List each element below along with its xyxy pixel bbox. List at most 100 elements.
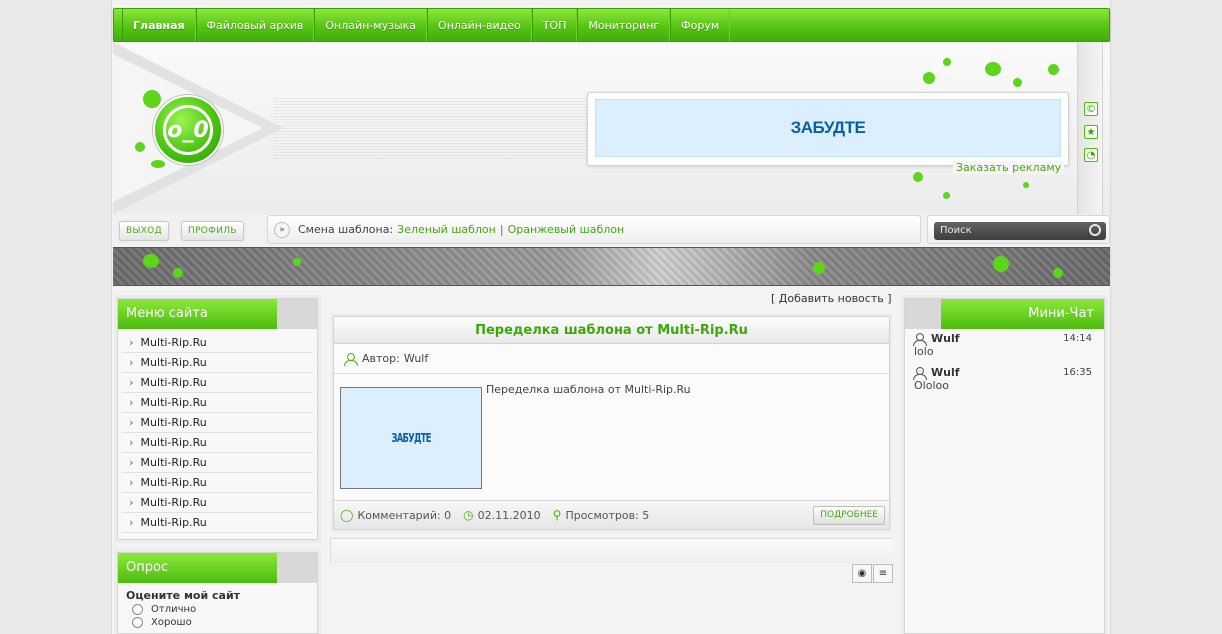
author-name[interactable]: Wulf: [404, 352, 428, 365]
mini-chat-block: Мини-Чат Wulf 14:14 lolo Wulf 16:35 Olol…: [904, 298, 1105, 634]
paint-splat: [151, 160, 165, 168]
list-item[interactable]: › Multi-Rip.Ru: [122, 333, 313, 353]
nav-item-file-archive[interactable]: Файловый архив: [195, 9, 315, 41]
content-footer-bar: [330, 538, 893, 563]
double-chevron-icon: »: [274, 221, 290, 238]
menu-item-label: Multi-Rip.Ru: [140, 496, 207, 509]
poll-question: Оцените мой сайт: [126, 589, 241, 602]
poll-option-label: Хорошо: [151, 617, 192, 628]
chat-username[interactable]: Wulf: [931, 332, 960, 345]
eye-icon[interactable]: ◉: [852, 564, 872, 583]
magnifier-icon: ⚲: [552, 508, 562, 522]
news-date: 02.11.2010: [477, 508, 541, 522]
poll-block: Опрос Оцените мой сайт Отлично Хорошо: [117, 552, 318, 634]
chevron-right-icon: ›: [129, 356, 134, 369]
radio-button[interactable]: [132, 604, 143, 615]
clock-icon: ◷: [463, 508, 474, 522]
order-ad-link[interactable]: Заказать рекламу: [953, 161, 1065, 174]
paint-splat: [143, 90, 161, 108]
list-item[interactable]: › Multi-Rip.Ru: [122, 373, 313, 393]
news-author-row: Автор: Wulf: [334, 344, 889, 374]
search-input[interactable]: Поиск: [934, 222, 1106, 240]
banner-ad[interactable]: ЗАБУДТЕ: [595, 99, 1061, 157]
paint-splat: [993, 256, 1009, 272]
template-green-link[interactable]: Зеленый шаблон: [397, 223, 496, 236]
list-item[interactable]: › Multi-Rip.Ru: [122, 493, 313, 513]
list-icon[interactable]: ≡: [873, 564, 893, 583]
list-item[interactable]: › Multi-Rip.Ru: [122, 393, 313, 413]
poll-header: Опрос: [118, 553, 317, 583]
chat-message: Wulf 16:35 Ololoo: [905, 363, 1104, 397]
profile-button[interactable]: ПРОФИЛЬ: [181, 221, 244, 241]
list-item[interactable]: › Multi-Rip.Ru: [122, 473, 313, 493]
nav-item-forum[interactable]: Форум: [670, 9, 731, 41]
menu-item-label: Multi-Rip.Ru: [140, 396, 207, 409]
paint-splat: [173, 268, 183, 278]
list-item[interactable]: › Multi-Rip.Ru: [122, 513, 313, 533]
menu-item-label: Multi-Rip.Ru: [140, 476, 207, 489]
mini-chat-title: Мини-Чат: [1028, 306, 1094, 321]
poll-option[interactable]: Отлично: [118, 602, 317, 615]
copyright-icon[interactable]: ©: [1084, 102, 1098, 116]
menu-item-label: Multi-Rip.Ru: [140, 516, 207, 529]
list-item[interactable]: › Multi-Rip.Ru: [122, 353, 313, 373]
list-item[interactable]: › Multi-Rip.Ru: [122, 413, 313, 433]
template-label: Смена шаблона:: [298, 223, 394, 236]
template-switcher: » Смена шаблона: Зеленый шаблон | Оранже…: [267, 215, 921, 244]
paint-splat: [1048, 64, 1059, 75]
banner-text: ЗАБУДТЕ: [790, 118, 866, 137]
site-menu-list: › Multi-Rip.Ru › Multi-Rip.Ru › Multi-Rip.R…: [118, 329, 317, 533]
logout-button[interactable]: ВЫХОД: [119, 221, 169, 241]
chat-username[interactable]: Wulf: [931, 366, 960, 379]
poll-option[interactable]: Хорошо: [118, 615, 317, 628]
paint-splat: [923, 72, 935, 84]
radio-button[interactable]: [132, 617, 143, 628]
menu-item-label: Multi-Rip.Ru: [140, 336, 207, 349]
chevron-right-icon: ›: [129, 396, 134, 409]
user-icon: [913, 332, 927, 346]
paint-splat: [943, 192, 950, 199]
news-text: Переделка шаблона от Multi-Rip.Ru: [486, 383, 691, 396]
user-icon: [344, 352, 358, 366]
paint-splat: [985, 62, 1001, 76]
nav-item-online-music[interactable]: Онлайн-музыка: [314, 9, 428, 41]
banner-frame: ЗАБУДТЕ: [587, 92, 1069, 166]
chat-text: Ololoo: [914, 379, 949, 392]
news-title[interactable]: Переделка шаблона от Multi-Rip.Ru: [334, 317, 889, 344]
chat-message: Wulf 14:14 lolo: [905, 329, 1104, 363]
chat-time: 14:14: [1063, 333, 1092, 344]
paint-splat: [813, 262, 825, 274]
paint-splat: [143, 254, 159, 268]
paint-splat: [293, 258, 301, 266]
logo-text: o_0: [163, 105, 213, 155]
site-logo[interactable]: o_0: [153, 95, 223, 165]
nav-item-monitoring[interactable]: Мониторинг: [577, 9, 671, 41]
chevron-right-icon: ›: [129, 436, 134, 449]
rss-icon[interactable]: ◔: [1084, 148, 1098, 162]
chat-time: 16:35: [1063, 367, 1092, 378]
more-button[interactable]: ПОДРОБНЕЕ: [813, 506, 885, 525]
header-side-icons: © ★ ◔: [1077, 42, 1103, 214]
chat-text: lolo: [914, 345, 934, 358]
user-bar: ВЫХОД ПРОФИЛЬ » Смена шаблона: Зеленый ш…: [113, 214, 1110, 246]
search-placeholder: Поиск: [940, 225, 972, 236]
nav-item-top[interactable]: ТОП: [531, 9, 578, 41]
chevron-right-icon: ›: [129, 416, 134, 429]
template-orange-link[interactable]: Оранжевый шаблон: [508, 223, 625, 236]
paint-splat: [135, 142, 145, 152]
decorative-metal-strip: [113, 247, 1110, 286]
top-nav: Главная Файловый архив Онлайн-музыка Онл…: [113, 8, 1110, 42]
search-icon[interactable]: [1089, 224, 1101, 236]
nav-item-home[interactable]: Главная: [122, 9, 196, 41]
news-thumbnail[interactable]: ЗАБУДТЕ: [340, 387, 482, 489]
comments-count[interactable]: Комментарий: 0: [357, 509, 451, 522]
add-news-link[interactable]: [ Добавить новость ]: [771, 292, 892, 305]
list-item[interactable]: › Multi-Rip.Ru: [122, 433, 313, 453]
site-menu-block: Меню сайта › Multi-Rip.Ru › Multi-Rip.Ru ›…: [117, 298, 318, 540]
star-icon[interactable]: ★: [1084, 125, 1098, 139]
list-item[interactable]: › Multi-Rip.Ru: [122, 453, 313, 473]
menu-item-label: Multi-Rip.Ru: [140, 456, 207, 469]
chevron-right-icon: ›: [129, 376, 134, 389]
header-tab-decor: [905, 299, 941, 329]
nav-item-online-video[interactable]: Онлайн-видео: [427, 9, 532, 41]
